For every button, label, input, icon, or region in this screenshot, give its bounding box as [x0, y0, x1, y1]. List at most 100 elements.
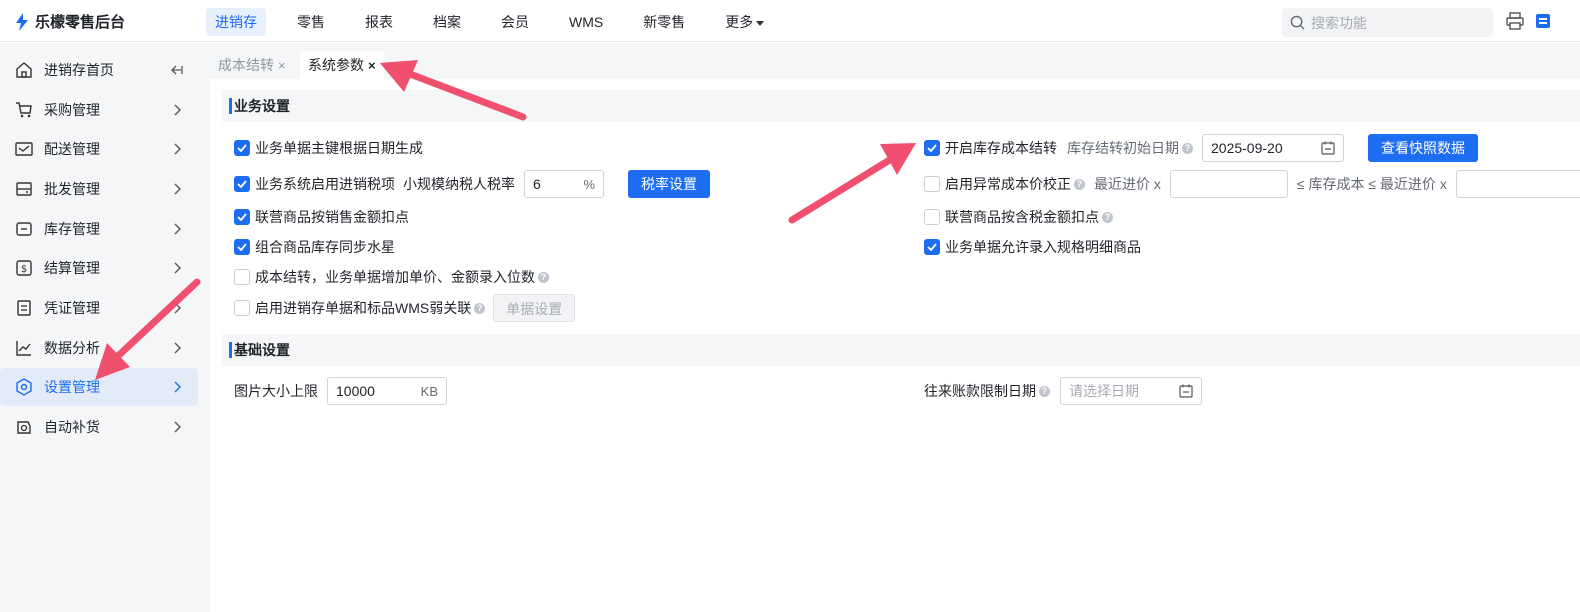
checkbox-unchecked[interactable]	[234, 269, 250, 285]
checkbox-checked[interactable]	[924, 140, 940, 156]
option-abnormal-cost: 启用异常成本价校正 ? 最近进价 x ≤ 库存成本 ≤ 最近进价 x	[924, 170, 1580, 198]
account-date-limit-row: 往来账款限制日期 ? 请选择日期	[924, 377, 1202, 405]
nav-item-more[interactable]: 更多	[716, 8, 773, 36]
close-icon[interactable]: ×	[368, 58, 376, 73]
option-cost-decimal[interactable]: 成本结转，业务单据增加单价、金额录入位数 ?	[234, 267, 549, 287]
chevron-right-icon	[174, 342, 181, 354]
nav-item-archive[interactable]: 档案	[424, 8, 470, 36]
sidebar-item-analytics[interactable]: 数据分析	[0, 329, 198, 367]
upper-multiplier-input[interactable]	[1455, 170, 1580, 198]
stock-icon	[14, 219, 34, 239]
nav-item-retail[interactable]: 零售	[288, 8, 334, 36]
sidebar-item-label: 采购管理	[44, 102, 100, 118]
line-chart-icon	[14, 338, 34, 358]
sidebar-item-purchase[interactable]: 采购管理	[0, 91, 198, 129]
checkbox-checked[interactable]	[234, 239, 250, 255]
tab-cost-carryover[interactable]: 成本结转 ×	[210, 51, 294, 79]
tab-system-params[interactable]: 系统参数 ×	[300, 51, 384, 79]
checkbox-checked[interactable]	[234, 140, 250, 156]
range-middle-label: ≤ 库存成本 ≤ 最近进价 x	[1296, 176, 1447, 192]
sidebar-item-inventory-home[interactable]: 进销存首页	[0, 51, 198, 89]
collapse-sidebar-icon[interactable]	[170, 63, 184, 77]
option-label: 成本结转，业务单据增加单价、金额录入位数	[255, 269, 535, 285]
sidebar-item-settings[interactable]: 设置管理	[0, 368, 198, 406]
chevron-right-icon	[174, 223, 181, 235]
document-icon	[14, 298, 34, 318]
section-title-business: 业务设置	[222, 90, 1580, 122]
option-label: 联营商品按含税金额扣点	[945, 209, 1099, 225]
wholesale-icon	[14, 179, 34, 199]
option-joint-sales-deduct[interactable]: 联营商品按销售金额扣点	[234, 207, 409, 227]
checkbox-checked[interactable]	[924, 239, 940, 255]
tax-rate-input[interactable]: 6 %	[524, 170, 604, 198]
chevron-right-icon	[174, 104, 181, 116]
option-label: 启用进销存单据和标品WMS弱关联	[255, 300, 472, 316]
nav-item-members[interactable]: 会员	[492, 8, 538, 36]
image-size-limit-row: 图片大小上限 10000 KB	[234, 377, 447, 405]
help-icon[interactable]: ?	[1102, 211, 1113, 223]
checkbox-unchecked[interactable]	[924, 209, 940, 225]
percent-unit: %	[583, 176, 595, 192]
option-joint-tax-deduct[interactable]: 联营商品按含税金额扣点 ?	[924, 207, 1113, 227]
search-placeholder: 搜索功能	[1311, 14, 1367, 31]
doc-settings-button[interactable]: 单据设置	[493, 294, 576, 322]
tax-rate-settings-button[interactable]: 税率设置	[628, 170, 710, 198]
nav-item-reports[interactable]: 报表	[356, 8, 402, 36]
sidebar-item-settlement[interactable]: $ 结算管理	[0, 249, 198, 287]
lower-multiplier-input[interactable]	[1169, 170, 1288, 198]
tab-label: 成本结转	[218, 57, 274, 73]
help-icon[interactable]: ?	[538, 271, 549, 283]
dollar-icon: $	[14, 258, 34, 278]
option-label: 业务单据主键根据日期生成	[255, 140, 423, 156]
nav-item-wms[interactable]: WMS	[560, 8, 612, 36]
option-label: 开启库存成本结转	[945, 140, 1057, 156]
checkbox-unchecked[interactable]	[924, 176, 940, 192]
search-input[interactable]: 搜索功能	[1282, 8, 1493, 37]
tax-rate-value: 6	[533, 176, 541, 192]
checkbox-checked[interactable]	[234, 176, 250, 192]
help-icon[interactable]: ?	[474, 302, 486, 314]
sidebar-item-label: 自动补货	[44, 419, 100, 435]
sidebar-item-label: 进销存首页	[44, 62, 114, 78]
option-label: 启用异常成本价校正	[945, 176, 1071, 192]
chevron-right-icon	[174, 262, 181, 274]
checkbox-checked[interactable]	[234, 209, 250, 225]
image-size-label: 图片大小上限	[234, 383, 318, 399]
carryover-date-input[interactable]: 2025-09-20	[1202, 134, 1344, 162]
printer-icon[interactable]	[1506, 12, 1524, 30]
sidebar-item-auto-replenish[interactable]: 自动补货	[0, 408, 198, 446]
option-stock-cost-carryover: 开启库存成本结转 库存结转初始日期 ? 2025-09-20 查看快照数据	[924, 134, 1478, 162]
delivery-icon	[14, 139, 34, 159]
sidebar-item-distribution[interactable]: 配送管理	[0, 130, 198, 168]
cart-icon	[14, 100, 34, 120]
image-size-input[interactable]: 10000 KB	[327, 377, 447, 405]
date-limit-label: 往来账款限制日期	[924, 383, 1036, 399]
top-nav: 进销存 零售 报表 档案 会员 WMS 新零售 更多	[206, 8, 795, 36]
image-size-value: 10000	[336, 383, 375, 399]
checkbox-unchecked[interactable]	[234, 300, 250, 316]
sidebar-item-voucher[interactable]: 凭证管理	[0, 289, 198, 327]
svg-text:$: $	[21, 264, 27, 275]
nav-more-label: 更多	[725, 14, 754, 30]
top-bar: 乐檬零售后台 进销存 零售 报表 档案 会员 WMS 新零售 更多 搜索功能	[0, 0, 1580, 42]
help-icon[interactable]: ?	[1074, 178, 1085, 190]
sidebar-item-stock[interactable]: 库存管理	[0, 210, 198, 248]
chevron-right-icon	[174, 143, 181, 155]
search-icon	[1290, 15, 1305, 30]
date-limit-input[interactable]: 请选择日期	[1060, 377, 1202, 405]
nav-item-new-retail[interactable]: 新零售	[634, 8, 694, 36]
nav-item-inventory[interactable]: 进销存	[206, 8, 266, 36]
option-label: 业务系统启用进销税项	[255, 176, 395, 192]
user-icon[interactable]	[1535, 13, 1551, 29]
option-label: 组合商品库存同步水星	[255, 239, 395, 255]
help-icon[interactable]: ?	[1039, 385, 1050, 397]
view-snapshot-button[interactable]: 查看快照数据	[1368, 134, 1478, 162]
close-icon[interactable]: ×	[278, 58, 286, 73]
option-spec-detail-goods[interactable]: 业务单据允许录入规格明细商品	[924, 237, 1141, 257]
option-doc-key-by-date[interactable]: 业务单据主键根据日期生成	[234, 138, 423, 158]
calendar-icon	[1321, 141, 1335, 155]
sidebar-item-wholesale[interactable]: 批发管理	[0, 170, 198, 208]
help-icon[interactable]: ?	[1182, 142, 1193, 154]
option-combo-sync[interactable]: 组合商品库存同步水星	[234, 237, 395, 257]
app-logo[interactable]: 乐檬零售后台	[14, 11, 125, 32]
